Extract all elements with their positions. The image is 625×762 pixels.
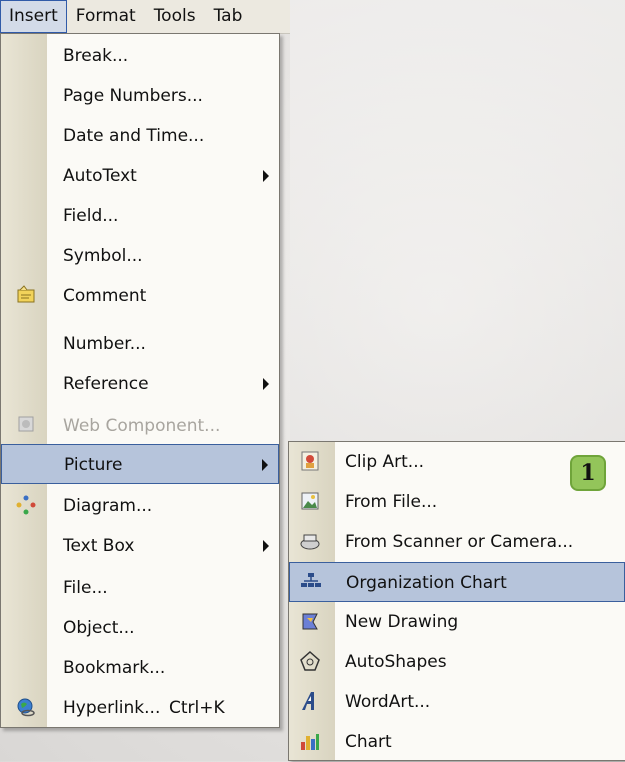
- submenu-arrow-icon: [262, 459, 268, 471]
- menu-item-hyperlink[interactable]: Hyperlink... Ctrl+K: [1, 688, 279, 728]
- menu-item-date-and-time[interactable]: Date and Time...: [1, 116, 279, 156]
- menu-tools[interactable]: Tools: [145, 0, 205, 33]
- menu-item-page-numbers[interactable]: Page Numbers...: [1, 76, 279, 116]
- menu-bar: Insert Format Tools Tab: [0, 0, 290, 34]
- menu-item-autoshapes[interactable]: AutoShapes: [289, 642, 625, 682]
- menu-table[interactable]: Tab: [205, 0, 252, 33]
- menu-item-autotext[interactable]: AutoText: [1, 156, 279, 196]
- menu-item-number[interactable]: Number...: [1, 324, 279, 364]
- menu-item-text-box[interactable]: Text Box: [1, 526, 279, 566]
- menu-item-chart[interactable]: Chart: [289, 722, 625, 762]
- menu-item-web-component: Web Component...: [1, 406, 279, 446]
- menu-item-object[interactable]: Object...: [1, 608, 279, 648]
- menu-item-comment[interactable]: Comment: [1, 276, 279, 316]
- menu-item-new-drawing[interactable]: New Drawing: [289, 602, 625, 642]
- menu-item-symbol[interactable]: Symbol...: [1, 236, 279, 276]
- image-file-icon: [301, 492, 319, 510]
- submenu-arrow-icon: [263, 540, 269, 552]
- wordart-icon: [302, 692, 314, 710]
- submenu-arrow-icon: [263, 170, 269, 182]
- comment-icon: [17, 285, 35, 303]
- menu-item-from-scanner[interactable]: From Scanner or Camera...: [289, 522, 625, 562]
- insert-menu: Break... Page Numbers... Date and Time..…: [0, 33, 280, 728]
- scanner-camera-icon: [300, 534, 320, 550]
- menu-item-reference[interactable]: Reference: [1, 364, 279, 404]
- web-component-icon: [18, 416, 34, 432]
- menu-insert[interactable]: Insert: [0, 0, 67, 33]
- autoshapes-icon: [300, 650, 320, 671]
- hyperlink-globe-icon: [17, 698, 35, 717]
- hyperlink-shortcut: Ctrl+K: [169, 698, 225, 718]
- menu-item-file[interactable]: File...: [1, 568, 279, 608]
- menu-item-field[interactable]: Field...: [1, 196, 279, 236]
- menu-format[interactable]: Format: [67, 0, 145, 33]
- menu-item-picture[interactable]: Picture: [1, 444, 279, 484]
- menu-item-organization-chart[interactable]: Organization Chart: [289, 562, 625, 602]
- diagram-icon: [16, 495, 36, 515]
- new-drawing-icon: [302, 613, 318, 630]
- callout-badge: 1: [570, 455, 606, 491]
- menu-item-wordart[interactable]: WordArt...: [289, 682, 625, 722]
- menu-item-break[interactable]: Break...: [1, 36, 279, 76]
- menu-item-diagram[interactable]: Diagram...: [1, 486, 279, 526]
- menu-item-bookmark[interactable]: Bookmark...: [1, 648, 279, 688]
- clip-art-icon: [301, 451, 319, 471]
- chart-icon: [301, 734, 319, 750]
- submenu-arrow-icon: [263, 378, 269, 390]
- org-chart-icon: [301, 573, 321, 587]
